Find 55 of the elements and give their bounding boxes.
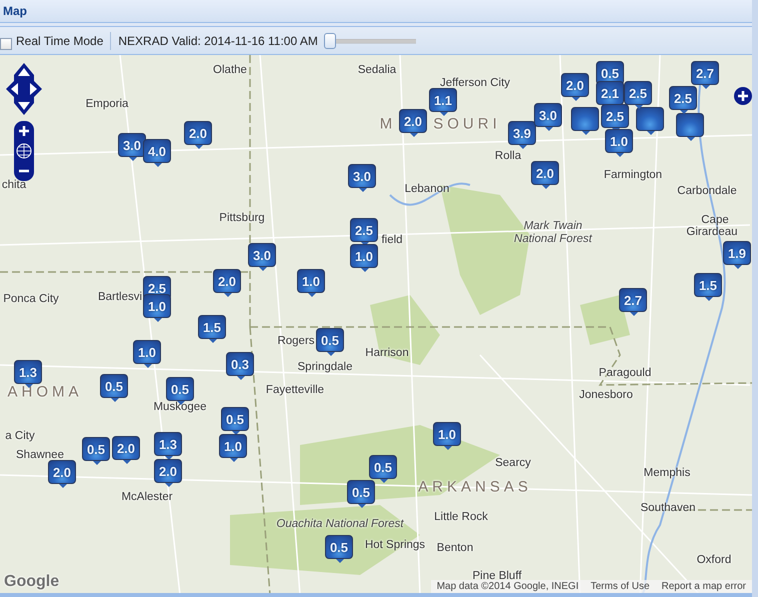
slider-thumb[interactable] bbox=[324, 32, 336, 48]
terms-of-use-link[interactable]: Terms of Use bbox=[584, 580, 656, 593]
snowfall-marker[interactable]: 2.5 bbox=[350, 218, 378, 242]
city-label: Searcy bbox=[495, 457, 531, 469]
state-label: SOURI bbox=[433, 116, 501, 132]
city-label: Pittsburg bbox=[219, 212, 265, 224]
city-label: Fayetteville bbox=[266, 384, 324, 396]
forest-label: Mark Twain bbox=[524, 220, 582, 232]
city-label: Southaven bbox=[640, 502, 696, 514]
forest-label: National Forest bbox=[514, 233, 592, 245]
city-label: Springdale bbox=[298, 361, 352, 373]
city-label: Jonesboro bbox=[579, 389, 633, 401]
city-label: Shawnee bbox=[16, 449, 64, 461]
report-map-error-link[interactable]: Report a map error bbox=[656, 580, 752, 593]
city-label: Carbondale bbox=[677, 185, 737, 197]
city-label: Jefferson City bbox=[440, 77, 510, 89]
real-time-checkbox[interactable] bbox=[0, 38, 12, 50]
city-label: Oxford bbox=[696, 554, 732, 566]
nexrad-valid-label: NEXRAD Valid: 2014-11-16 11:00 AM bbox=[118, 34, 318, 48]
city-label: Pine Bluff bbox=[472, 570, 522, 582]
real-time-mode-label: Real Time Mode bbox=[16, 34, 104, 48]
city-label: field bbox=[381, 234, 403, 246]
city-label: Ponca City bbox=[3, 293, 59, 305]
snowfall-marker[interactable]: 0.5 bbox=[221, 407, 249, 431]
zoom-in-icon[interactable] bbox=[734, 87, 752, 105]
city-label: Girardeau bbox=[686, 226, 738, 238]
city-label: Emporia bbox=[86, 98, 128, 110]
city-label: McAlester bbox=[121, 491, 173, 503]
city-label: Little Rock bbox=[434, 511, 488, 523]
city-label: Farmington bbox=[604, 169, 662, 181]
city-label: Rogers bbox=[277, 335, 315, 347]
state-label: AHOMA bbox=[8, 384, 82, 400]
city-label: Bartlesvi bbox=[98, 291, 142, 303]
city-label: Cape bbox=[701, 214, 729, 226]
city-label: Memphis bbox=[644, 467, 690, 479]
state-label: M bbox=[380, 116, 396, 132]
city-label: Hot Springs bbox=[364, 539, 426, 551]
snowfall-marker[interactable]: 1.3 bbox=[154, 432, 182, 456]
city-label: Lebanon bbox=[404, 183, 450, 195]
city-label: Sedalia bbox=[358, 64, 396, 76]
snowfall-marker[interactable]: 2.5 bbox=[601, 104, 629, 128]
city-label: Rolla bbox=[494, 150, 522, 162]
pan-control-icon[interactable] bbox=[6, 63, 42, 115]
city-label: Benton bbox=[436, 542, 474, 554]
city-label: Muskogee bbox=[153, 401, 207, 413]
map-data-attribution: Map data ©2014 Google, INEGI bbox=[436, 580, 580, 593]
snowfall-marker[interactable]: 2.1 bbox=[596, 81, 624, 105]
state-label: ARKANSAS bbox=[418, 478, 532, 496]
city-label: a City bbox=[5, 430, 35, 442]
city-label: chita bbox=[2, 179, 26, 191]
zoom-control-icon[interactable] bbox=[14, 121, 34, 181]
city-label: Harrison bbox=[365, 347, 409, 359]
city-label: Olathe bbox=[213, 64, 247, 76]
google-logo: Google bbox=[4, 573, 60, 591]
panel-title: Map bbox=[3, 4, 27, 18]
